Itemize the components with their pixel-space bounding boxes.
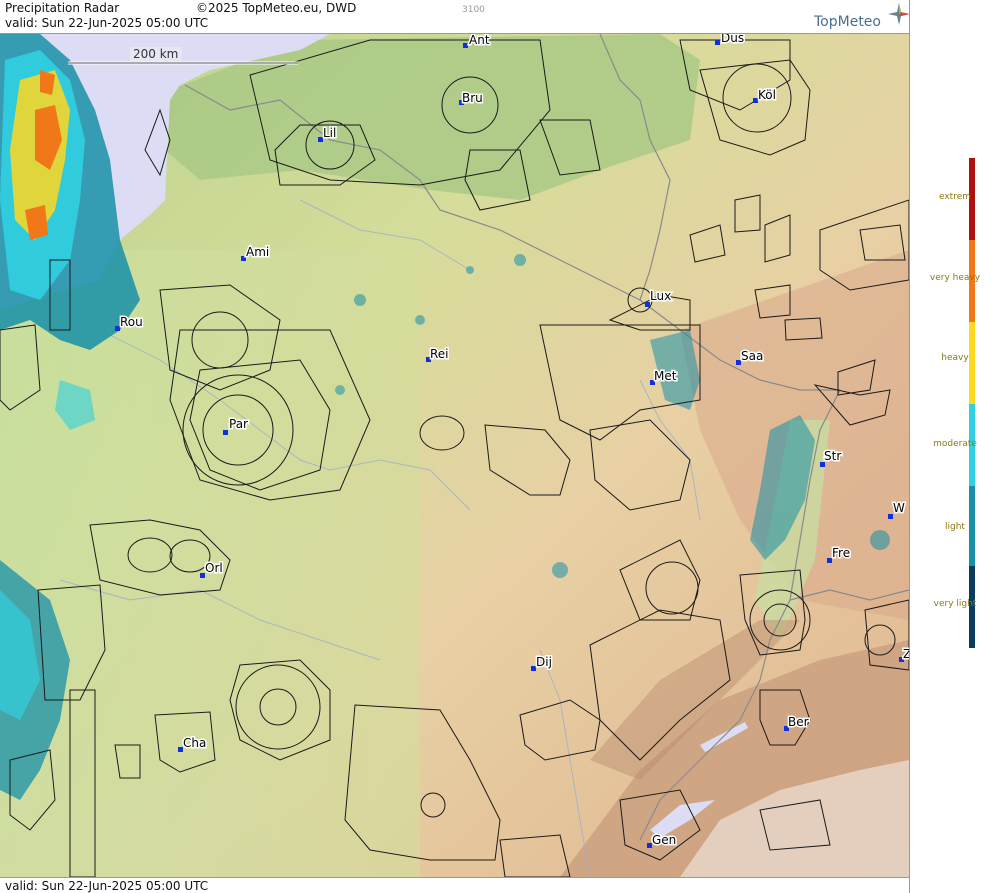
city-label: Met (654, 369, 677, 383)
legend-label-extrem: extrem (938, 192, 972, 202)
city-saarbrucken[interactable]: Saa (736, 348, 765, 365)
map-title: Precipitation Radar (5, 1, 120, 15)
city-amiens[interactable]: Ami (241, 244, 271, 261)
city-reims[interactable]: Rei (426, 346, 450, 363)
city-label: Orl (205, 561, 223, 575)
city-brussels[interactable]: Bru (459, 90, 484, 107)
city-label: Cha (183, 736, 206, 750)
map-canvas[interactable]: 200 km Ant Düs Bru Köl Lil Ami Rou Lux R… (0, 34, 909, 877)
city-label: Ant (469, 34, 490, 47)
city-label: Bru (462, 91, 483, 105)
compass-star-icon (888, 3, 910, 25)
city-label: Köl (758, 88, 776, 102)
city-label: Str (824, 449, 841, 463)
city-label: W (893, 501, 905, 515)
city-label: Saa (741, 349, 763, 363)
city-geneva[interactable]: Gen (647, 832, 678, 849)
copyright-text: ©2025 TopMeteo.eu, DWD (196, 1, 357, 15)
valid-time-top: valid: Sun 22-Jun-2025 05:00 UTC (5, 16, 209, 30)
legend-label-very-light: very light (933, 599, 977, 609)
city-label: Gen (652, 833, 676, 847)
city-label: Ami (246, 245, 269, 259)
city-label: Rei (430, 347, 449, 361)
city-metz[interactable]: Met (650, 368, 678, 385)
precipitation-legend: extrem very heavy heavy moderate light v… (909, 0, 1000, 893)
legend-label-light: light (945, 522, 965, 532)
map-header: Precipitation Radar ©2025 TopMeteo.eu, D… (0, 0, 910, 34)
city-label: Lux (650, 289, 671, 303)
city-label: Par (229, 417, 248, 431)
legend-label-very-heavy: very heavy (929, 273, 981, 283)
valid-time-bottom: valid: Sun 22-Jun-2025 05:00 UTC (5, 879, 209, 893)
city-label: Ber (788, 715, 809, 729)
header-code: 3100 (462, 5, 485, 15)
radar-map[interactable]: 200 km Ant Düs Bru Köl Lil Ami Rou Lux R… (0, 34, 909, 877)
city-label: Rou (120, 315, 143, 329)
city-label: Fre (832, 546, 850, 560)
city-bern[interactable]: Ber (784, 714, 810, 731)
city-label: Dij (536, 655, 552, 669)
legend-bar-heavy (969, 322, 975, 404)
city-chalon[interactable]: Cha (178, 735, 208, 752)
city-label: Düs (721, 34, 744, 45)
map-footer: valid: Sun 22-Jun-2025 05:00 UTC (0, 877, 909, 893)
legend-label-moderate: moderate (933, 439, 977, 449)
scale-label: 200 km (133, 47, 178, 61)
city-label: Lil (323, 126, 336, 140)
city-rouen[interactable]: Rou (115, 314, 144, 331)
legend-label-heavy: heavy (941, 353, 969, 363)
topmeteo-logo-text: TopMeteo (814, 14, 881, 30)
